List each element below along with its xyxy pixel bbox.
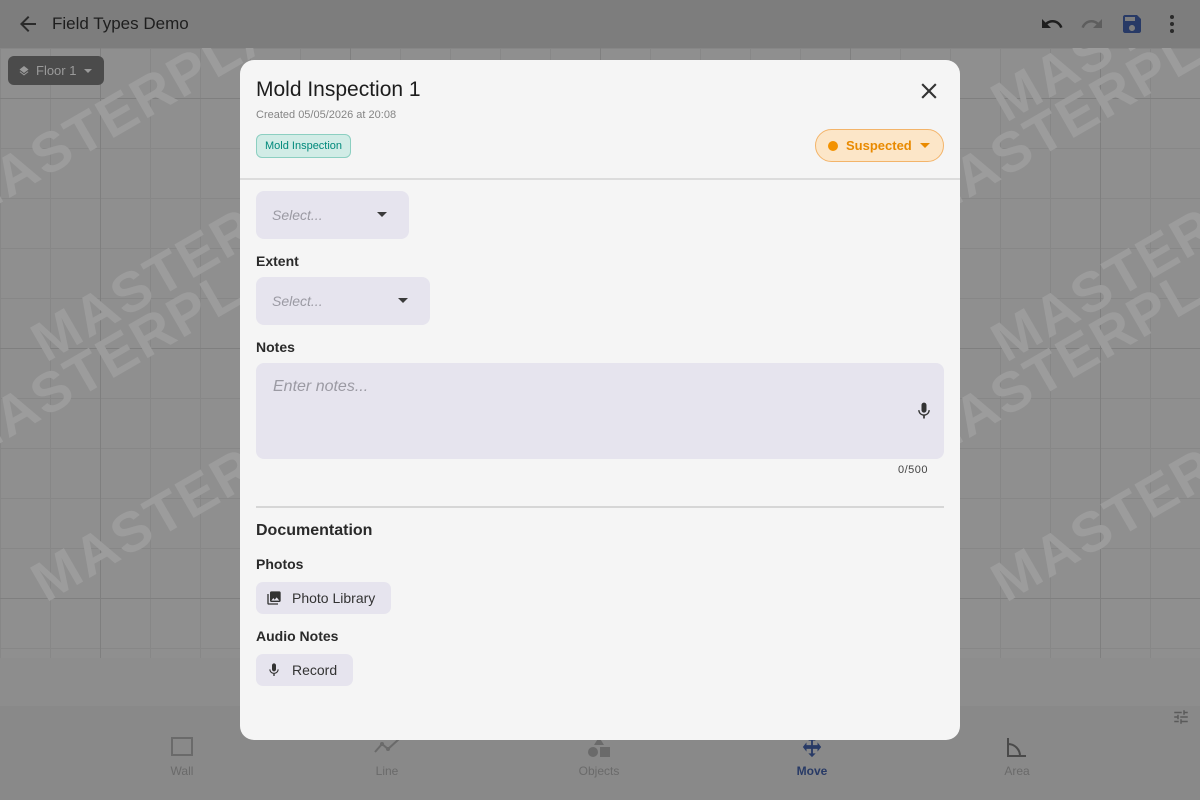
layers-icon [19,65,29,75]
audio-notes-label: Audio Notes [256,628,339,644]
tool-label: Objects [578,764,620,778]
button-label: Record [292,662,338,678]
notes-placeholder: Enter notes... [273,378,369,395]
notes-textarea[interactable]: Enter notes... [256,363,944,459]
status-label: Suspected [846,138,912,153]
extent-select[interactable]: Select... [256,277,430,325]
tool-label: Line [375,764,399,778]
tool-label: Move [796,764,828,778]
documentation-heading: Documentation [256,522,373,539]
photo-library-icon [267,591,281,605]
inspection-type-chip: Mold Inspection [256,134,352,158]
area-icon [1007,738,1026,757]
chevron-down-icon [84,68,93,73]
floor-label: Floor 1 [36,63,77,78]
tool-objects[interactable]: Objects [549,736,649,778]
tool-area[interactable]: Area [967,736,1067,778]
inspection-dialog: Mold Inspection 1 Created 05/05/2026 at … [240,60,960,740]
save-icon[interactable] [1120,12,1144,36]
tool-label: Area [1004,764,1030,778]
microphone-icon [269,663,279,676]
header-divider [240,178,960,180]
app-bar: Field Types Demo [0,0,1200,48]
tool-move[interactable]: Move [762,736,862,778]
created-timestamp: Created 05/05/2026 at 20:08 [256,109,397,121]
character-counter: 0/500 [897,464,928,476]
more-vert-icon[interactable] [1160,12,1184,36]
select-placeholder: Select... [272,207,323,223]
back-arrow-icon[interactable] [16,12,40,36]
app-title: Field Types Demo [52,14,189,33]
tool-label: Wall [170,764,194,778]
undo-icon[interactable] [1040,12,1064,36]
tool-line[interactable]: Line [337,736,437,778]
redo-icon[interactable] [1080,12,1104,36]
select-placeholder: Select... [272,293,323,309]
extent-label: Extent [256,253,299,269]
close-icon[interactable] [916,78,942,104]
floor-selector[interactable]: Floor 1 [8,56,105,85]
tool-wall[interactable]: Wall [132,736,232,778]
microphone-icon[interactable] [914,400,934,422]
notes-label: Notes [256,339,295,355]
first-select[interactable]: Select... [256,191,409,239]
tune-icon[interactable] [1172,708,1190,726]
dialog-title: Mold Inspection 1 [256,78,421,101]
status-dot-icon [828,140,838,151]
section-divider [256,506,944,508]
status-dropdown[interactable]: Suspected [815,129,944,162]
photos-label: Photos [256,556,304,572]
button-label: Photo Library [292,590,376,606]
record-button[interactable]: Record [256,654,354,686]
chevron-down-icon [919,143,930,148]
photo-library-button[interactable]: Photo Library [256,582,392,614]
wall-icon [171,737,193,756]
dropdown-arrow-icon [398,298,408,303]
dropdown-arrow-icon [377,212,387,217]
